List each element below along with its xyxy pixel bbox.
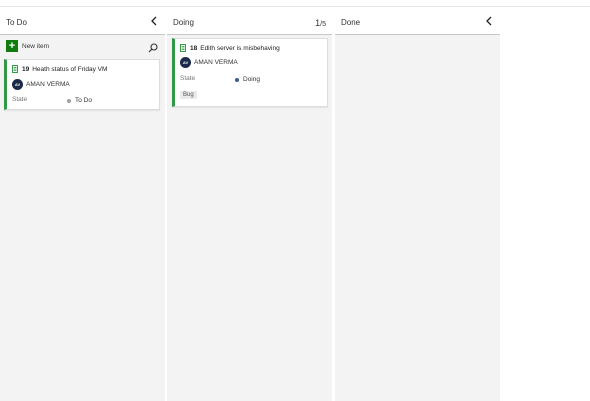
search-icon[interactable]	[148, 40, 158, 53]
assignee[interactable]: AV AMAN VERMA	[12, 79, 70, 90]
state-label: State	[12, 96, 28, 103]
work-item-id: 18	[190, 44, 198, 52]
task-icon	[12, 65, 18, 73]
top-divider	[0, 0, 590, 7]
wip-max: /5	[320, 21, 326, 28]
wip-limit: 1/5	[315, 18, 326, 28]
column-body: 18 Edith server is misbehaving AV AMAN V…	[167, 35, 332, 401]
work-item-card[interactable]: 19 Heath status of Friday VM AV AMAN VER…	[4, 59, 160, 110]
column-to-do: To Do + New item 19 Heath status of Frid…	[0, 12, 165, 401]
column-doing: Doing 1/5 18 Edith server is misbehaving…	[167, 12, 332, 401]
avatar: AV	[12, 79, 23, 90]
work-item-id: 19	[22, 65, 30, 73]
state-field[interactable]: To Do	[67, 97, 92, 104]
chevron-left-icon[interactable]	[486, 16, 492, 29]
kanban-board: To Do + New item 19 Heath status of Frid…	[0, 0, 590, 401]
task-icon	[180, 44, 186, 52]
state-value: To Do	[75, 97, 92, 104]
column-title: Doing	[173, 18, 194, 27]
card-title-row: 18 Edith server is misbehaving	[180, 44, 280, 52]
avatar: AV	[180, 57, 191, 68]
assignee-name: AMAN VERMA	[26, 81, 70, 88]
assignee[interactable]: AV AMAN VERMA	[180, 57, 238, 68]
state-field[interactable]: Doing	[235, 76, 260, 83]
work-item-title[interactable]: Edith server is misbehaving	[200, 45, 279, 52]
tag-badge[interactable]: Bug	[180, 91, 197, 99]
new-item-button[interactable]: + New item	[6, 40, 49, 52]
column-body	[335, 35, 500, 401]
column-header: Doing 1/5	[167, 12, 332, 35]
column-title: To Do	[6, 18, 27, 27]
column-header: To Do	[0, 12, 165, 35]
state-label: State	[180, 75, 196, 82]
work-item-title[interactable]: Heath status of Friday VM	[32, 66, 107, 73]
column-body: + New item 19 Heath status of Friday VM …	[0, 35, 165, 401]
assignee-name: AMAN VERMA	[194, 59, 238, 66]
state-value: Doing	[243, 76, 260, 83]
state-dot	[67, 98, 71, 103]
column-header: Done	[335, 12, 500, 35]
column-done: Done	[335, 12, 500, 401]
new-item-label: New item	[22, 42, 50, 50]
plus-icon: +	[6, 40, 18, 52]
card-title-row: 19 Heath status of Friday VM	[12, 65, 107, 73]
work-item-card[interactable]: 18 Edith server is misbehaving AV AMAN V…	[172, 38, 328, 107]
state-dot	[235, 77, 239, 82]
chevron-left-icon[interactable]	[151, 16, 157, 29]
column-title: Done	[341, 18, 361, 27]
